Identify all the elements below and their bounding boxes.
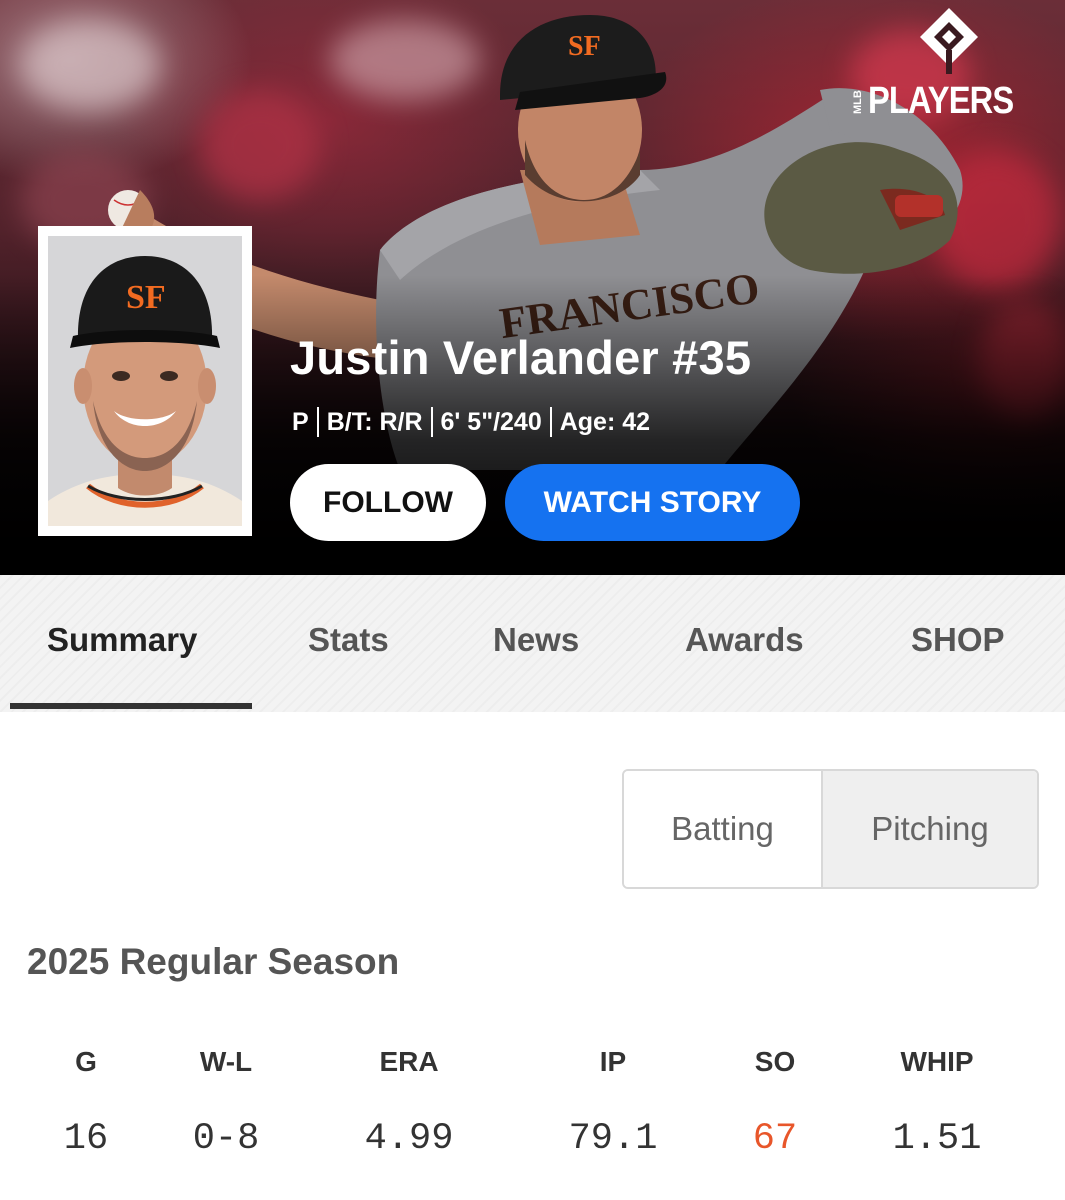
stat-header-g: G [75, 1046, 97, 1077]
stat-header-era: ERA [379, 1046, 439, 1077]
tab-summary[interactable]: Summary [47, 621, 197, 659]
stat-value-ip: 79.1 [568, 1118, 658, 1160]
player-headshot-image: SF [48, 236, 242, 526]
player-tabs: Summary Stats News Awards SHOP [0, 575, 1065, 712]
tab-stats[interactable]: Stats [308, 621, 389, 659]
tab-shop[interactable]: SHOP [911, 621, 1005, 659]
mlb-players-logo[interactable]: MLB PLAYERS [848, 6, 1053, 126]
mlbpa-diamond-icon [920, 8, 978, 74]
batting-toggle[interactable]: Batting [624, 771, 823, 887]
divider [549, 407, 552, 437]
mlb-label: MLB [852, 90, 864, 114]
stat-header-wl: W-L [199, 1046, 253, 1077]
player-bio: P B/T: R/R 6' 5"/240 Age: 42 [292, 407, 650, 437]
cap-logo: SF [126, 279, 166, 316]
player-position: P [292, 407, 309, 436]
stat-value-era: 4.99 [364, 1118, 454, 1160]
player-name: Justin Verlander #35 [290, 331, 752, 384]
player-age: Age: 42 [559, 407, 651, 436]
players-wordmark: PLAYERS [868, 80, 1014, 122]
player-height-weight: 6' 5"/240 [440, 407, 542, 436]
season-title: 2025 Regular Season [27, 941, 400, 982]
player-bats-throws: B/T: R/R [326, 407, 423, 436]
stat-header-so: SO [754, 1046, 796, 1077]
tab-awards[interactable]: Awards [685, 621, 804, 659]
player-hero: FRANCISCO SF MLB PLAYERS [0, 0, 1065, 575]
tab-news[interactable]: News [493, 621, 579, 659]
player-headshot: SF [38, 226, 252, 536]
divider [430, 407, 433, 437]
stat-header-ip: IP [599, 1046, 627, 1077]
stat-value-so: 67 [752, 1118, 798, 1160]
stat-value-wl: 0-8 [192, 1118, 260, 1160]
stat-value-g: 16 [63, 1118, 109, 1160]
divider [316, 407, 319, 437]
watch-story-button[interactable]: WATCH STORY [505, 464, 800, 541]
cap-logo: SF [568, 31, 601, 62]
pitching-toggle[interactable]: Pitching [823, 771, 1037, 887]
follow-button[interactable]: FOLLOW [290, 464, 486, 541]
stat-value-whip: 1.51 [892, 1118, 982, 1160]
active-tab-indicator [10, 703, 252, 709]
stat-header-whip: WHIP [900, 1046, 974, 1077]
stats-type-toggle: Batting Pitching [622, 769, 1039, 889]
